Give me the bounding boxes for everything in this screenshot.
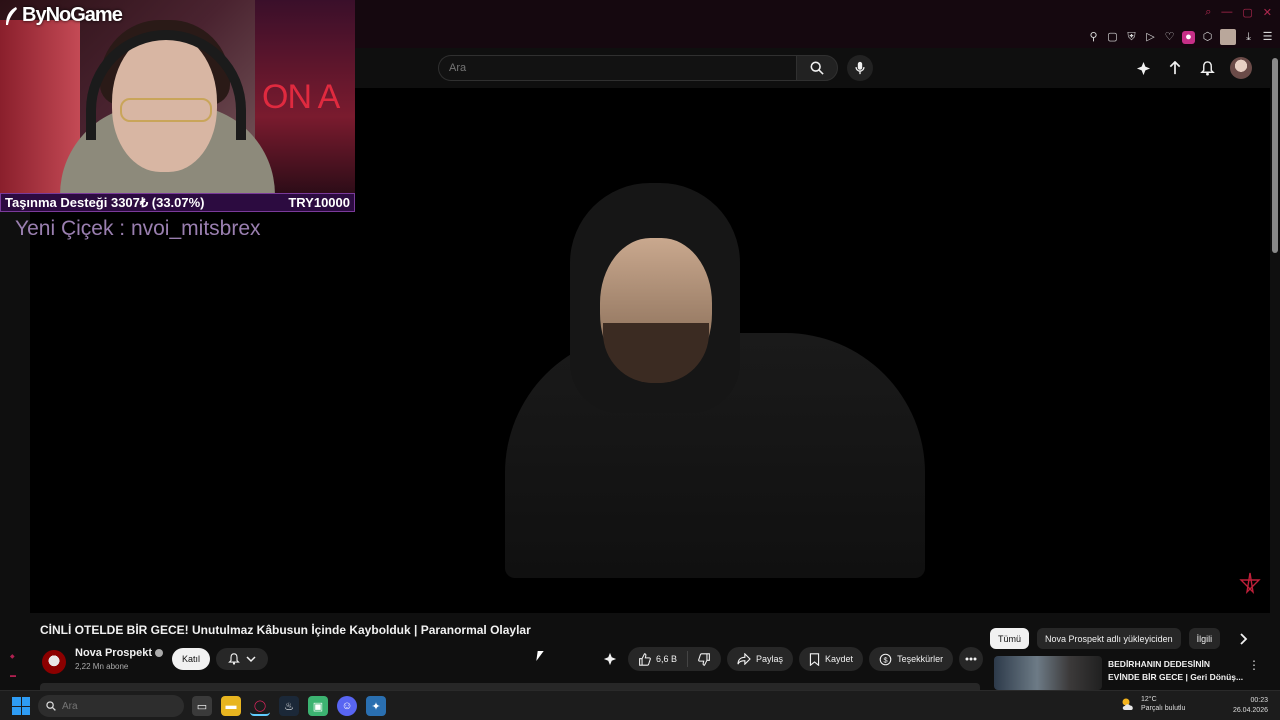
- steam-icon[interactable]: ♨: [279, 696, 299, 716]
- join-button[interactable]: Katıl: [172, 648, 211, 670]
- menu-icon[interactable]: ☰: [1261, 31, 1274, 44]
- download-icon[interactable]: ⤓: [1242, 31, 1255, 44]
- taskbar-apps: ▭ ▬ ◯ ♨ ▣ ☺ ✦: [192, 696, 386, 716]
- donation-goal-target: TRY10000: [288, 195, 350, 210]
- search-button[interactable]: [796, 55, 838, 81]
- video-frame-person: [505, 183, 925, 578]
- edge-mark: ▬: [10, 673, 16, 679]
- verified-icon: [155, 649, 164, 658]
- chip-from-uploader[interactable]: Nova Prospekt adlı yükleyiciden: [1037, 628, 1181, 649]
- maximize-button[interactable]: ▢: [1242, 6, 1252, 19]
- donation-goal-bar: Taşınma Desteği 3307₺ (33.07%) TRY10000: [0, 193, 355, 212]
- windows-taskbar: ▭ ▬ ◯ ♨ ▣ ☺ ✦ 12°C Parçalı bulutlu 00:23…: [0, 690, 1280, 720]
- app-icon[interactable]: ✦: [366, 696, 386, 716]
- window-controls: ⌕ — ▢ ✕: [1205, 6, 1272, 19]
- channel-avatar[interactable]: [42, 650, 66, 674]
- discord-icon[interactable]: ☺: [337, 696, 357, 716]
- weather-desc: Parçalı bulutlu: [1141, 705, 1186, 712]
- weather-widget[interactable]: 12°C Parçalı bulutlu: [1120, 695, 1185, 713]
- pentagram-icon: [1239, 572, 1261, 595]
- share-icon: [737, 653, 751, 665]
- extension-bar: ⚲ ▢ ⛨ ▷ ♡ ● ⬡ ⤓ ☰: [1087, 29, 1274, 45]
- recommended-video[interactable]: BEDİRHANIN DEDESİNİN EVİNDE BİR GECE | G…: [994, 656, 1264, 690]
- video-actions: 6,6 B Paylaş Kaydet $ Teşekkürler: [598, 647, 984, 671]
- subscription-bell-button[interactable]: [216, 648, 268, 670]
- brand-logo: ByNoGame: [4, 4, 123, 27]
- account-avatar[interactable]: [1230, 57, 1252, 79]
- mic-icon: [855, 61, 865, 75]
- bell-icon: [228, 653, 240, 665]
- ask-button[interactable]: [598, 647, 622, 671]
- feather-icon: [6, 6, 17, 25]
- opera-gx-icon[interactable]: ◯: [250, 696, 270, 716]
- chip-all[interactable]: Tümü: [990, 628, 1030, 649]
- windows-start-button[interactable]: [12, 697, 30, 715]
- upload-icon[interactable]: [1166, 59, 1184, 77]
- voice-search-button[interactable]: [847, 55, 873, 81]
- search-icon: [810, 61, 824, 75]
- puzzle-icon[interactable]: ⬡: [1201, 31, 1214, 44]
- donation-goal-label: Taşınma Desteği 3307₺ (33.07%): [5, 194, 205, 210]
- close-button[interactable]: ✕: [1263, 6, 1272, 19]
- taskbar-search-input[interactable]: [62, 700, 152, 712]
- logo-text: ByNoGame: [22, 4, 123, 26]
- profile-avatar[interactable]: [1220, 29, 1236, 45]
- thanks-button[interactable]: $ Teşekkürler: [869, 647, 954, 671]
- extension-icon[interactable]: ●: [1182, 30, 1195, 44]
- youtube-header: [355, 48, 1280, 88]
- svg-text:$: $: [884, 655, 888, 664]
- channel-name[interactable]: Nova Prospekt: [75, 647, 164, 659]
- clock-date: 26.04.2026: [1232, 707, 1268, 714]
- clock-time: 00:23: [1250, 697, 1268, 704]
- thumbs-down-icon: [698, 652, 710, 666]
- play-icon[interactable]: ▷: [1144, 31, 1157, 44]
- like-dislike-group: 6,6 B: [628, 647, 722, 671]
- video-info: CİNLİ OTELDE BİR GECE! Unutulmaz Kâbusun…: [30, 613, 990, 691]
- recommended-title[interactable]: BEDİRHANIN DEDESİNİN EVİNDE BİR GECE | G…: [1108, 658, 1248, 684]
- like-button[interactable]: 6,6 B: [628, 647, 687, 671]
- chevron-down-icon: [246, 656, 256, 663]
- minimize-button[interactable]: —: [1221, 6, 1232, 19]
- bell-icon[interactable]: [1198, 59, 1216, 77]
- search-box: [438, 55, 796, 81]
- webcam-overlay: ON A ByNoGame Taşınma Desteği 3307₺ (33.…: [0, 0, 355, 212]
- game-launcher-icon[interactable]: ▣: [308, 696, 328, 716]
- like-count: 6,6 B: [656, 654, 678, 664]
- more-vertical-icon[interactable]: ⋮: [1248, 658, 1260, 672]
- search-input[interactable]: [439, 56, 796, 80]
- recommended-thumbnail[interactable]: [994, 656, 1102, 690]
- recommendation-filter-chips: Tümü Nova Prospekt adlı yükleyiciden İlg…: [990, 628, 1221, 649]
- page-scrollbar[interactable]: [1272, 58, 1278, 253]
- streamer: [60, 10, 275, 205]
- dislike-button[interactable]: [688, 647, 721, 671]
- partly-cloudy-icon: [1122, 698, 1133, 710]
- weather-temp: 12°C: [1141, 696, 1157, 703]
- save-button[interactable]: Kaydet: [799, 647, 864, 671]
- screenshot-icon[interactable]: ▢: [1106, 31, 1119, 44]
- super-thanks-icon: $: [879, 653, 892, 665]
- sparkle-icon: [603, 652, 617, 666]
- subscriber-count: 2,22 Mn abone: [75, 662, 129, 671]
- file-explorer-icon[interactable]: ▬: [221, 696, 241, 716]
- bookmark-icon: [809, 652, 820, 666]
- more-actions-button[interactable]: [959, 647, 984, 671]
- more-horizontal-icon: [965, 657, 977, 661]
- shield-icon[interactable]: ⛨: [1125, 31, 1138, 44]
- chevron-right-icon[interactable]: [1236, 632, 1250, 646]
- search-icon: [46, 701, 56, 711]
- gemini-icon[interactable]: [1134, 59, 1152, 77]
- pin-icon[interactable]: ⚲: [1087, 31, 1100, 44]
- heart-icon[interactable]: ♡: [1163, 31, 1176, 44]
- taskbar-search[interactable]: [38, 695, 184, 717]
- task-view-icon[interactable]: ▭: [192, 696, 212, 716]
- new-follower-alert: Yeni Çiçek : nvoi_mitsbrex: [15, 217, 261, 240]
- chip-related[interactable]: İlgili: [1188, 628, 1221, 649]
- share-button[interactable]: Paylaş: [727, 647, 794, 671]
- search-icon[interactable]: ⌕: [1205, 6, 1211, 19]
- edge-mark: ◆: [10, 654, 15, 660]
- video-title: CİNLİ OTELDE BİR GECE! Unutulmaz Kâbusun…: [40, 623, 531, 637]
- header-actions: [1134, 57, 1252, 79]
- system-clock[interactable]: 00:23 26.04.2026: [1233, 696, 1268, 716]
- thumbs-up-icon: [639, 652, 651, 666]
